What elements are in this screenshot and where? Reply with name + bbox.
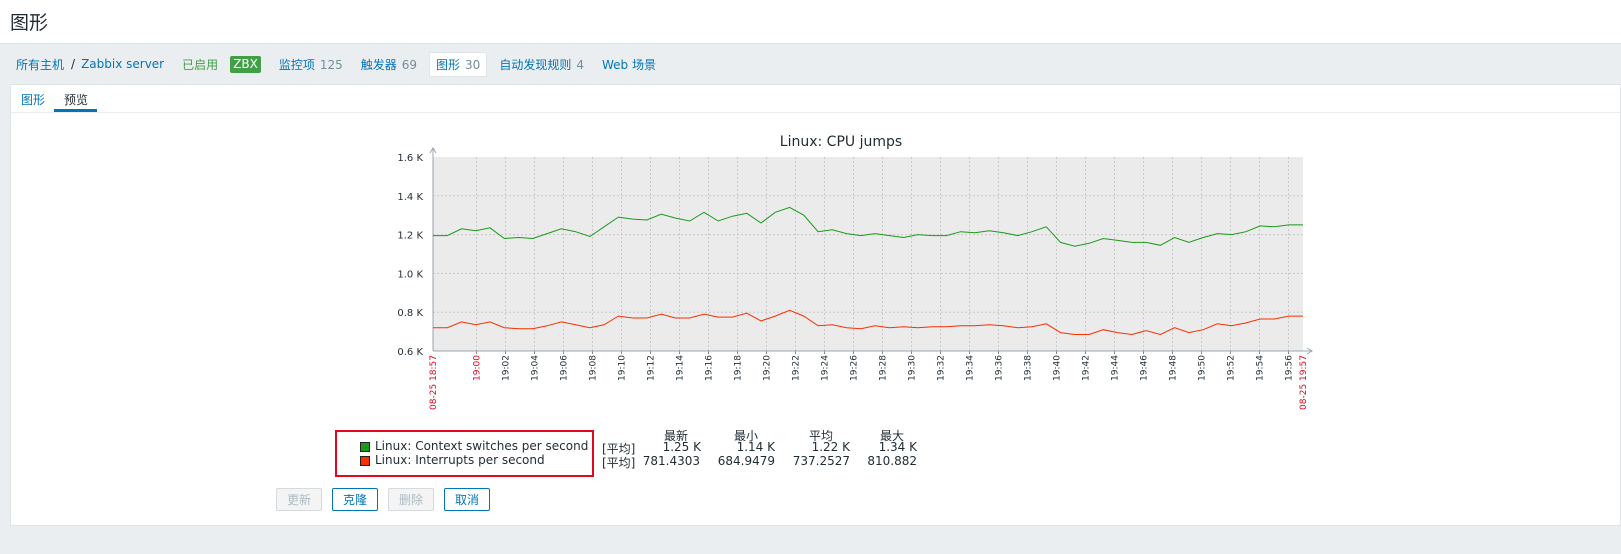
x-tick-label: 19:22 xyxy=(792,355,802,381)
legend-label-interrupts: Linux: Interrupts per second xyxy=(375,453,545,467)
nav-triggers-count: 69 xyxy=(401,57,418,72)
update-button[interactable]: 更新 xyxy=(276,488,322,511)
host-navigation: 所有主机 / Zabbix server 已启用 ZBX 监控项 125 触发器 6… xyxy=(10,51,656,77)
x-tick-label: 19:12 xyxy=(647,355,657,381)
nav-discovery-count: 4 xyxy=(576,57,584,72)
x-end-label: 08-25 19:57 xyxy=(1299,355,1309,410)
stat-min-interrupts: 684.9479 xyxy=(717,454,775,468)
breadcrumb-host[interactable]: Zabbix server xyxy=(81,57,164,71)
y-tick-label: 1.4 K xyxy=(397,192,423,203)
x-start-label: 08-25 18:57 xyxy=(429,355,439,410)
x-tick-label: 19:28 xyxy=(879,355,889,381)
clone-button[interactable]: 克隆 xyxy=(332,488,378,511)
delete-button[interactable]: 删除 xyxy=(388,488,434,511)
nav-items-label: 监控项 xyxy=(278,57,315,72)
stat-avg-context: 1.22 K xyxy=(811,440,850,454)
x-tick-label: 19:46 xyxy=(1140,355,1150,381)
nav-triggers-link[interactable]: 触发器 69 xyxy=(361,56,417,73)
x-tick-label: 19:48 xyxy=(1169,355,1179,381)
x-tick-label: 19:18 xyxy=(734,355,744,381)
x-tick-label: 19:40 xyxy=(1053,355,1063,381)
legend-swatch-context-switches xyxy=(360,442,370,452)
nav-graphs-label: 图形 xyxy=(436,57,461,72)
y-tick-label: 0.6 K xyxy=(397,347,423,358)
x-tick-label: 19:50 xyxy=(1198,355,1208,381)
x-tick-label: 19:30 xyxy=(908,355,918,381)
stat-last-context: 1.25 K xyxy=(662,440,701,454)
y-tick-label: 1.0 K xyxy=(397,269,423,280)
breadcrumb-all-hosts[interactable]: 所有主机 xyxy=(16,56,64,73)
legend-swatch-interrupts xyxy=(360,456,370,466)
x-tick-label: 19:38 xyxy=(1024,355,1034,381)
zbx-availability-badge: ZBX xyxy=(230,55,261,73)
stat-avg-interrupts: 737.2527 xyxy=(792,454,850,468)
x-tick-label: 19:02 xyxy=(502,355,512,381)
y-tick-label: 1.2 K xyxy=(397,231,423,242)
nav-items-link[interactable]: 监控项 125 xyxy=(279,56,343,73)
x-tick-label: 19:04 xyxy=(531,355,541,381)
x-tick-label: 19:36 xyxy=(995,355,1005,381)
x-tick-label: 19:16 xyxy=(705,355,715,381)
nav-items-count: 125 xyxy=(319,57,343,72)
y-tick-label: 1.6 K xyxy=(397,153,423,164)
nav-triggers-label: 触发器 xyxy=(360,57,397,72)
nav-web-label: Web 场景 xyxy=(601,57,656,72)
nav-graphs-link[interactable]: 图形 30 xyxy=(429,51,488,77)
x-tick-label: 19:10 xyxy=(618,355,628,381)
x-tick-label: 19:26 xyxy=(850,355,860,381)
graph-panel: 图形 预览 Linux: CPU jumps 1.6 K 1.4 K 1.2 K 1.… xyxy=(10,84,1621,526)
x-tick-label: 19:20 xyxy=(763,355,773,381)
x-tick-label: 19:34 xyxy=(966,355,976,381)
x-tick-label: 19:14 xyxy=(676,355,686,381)
x-tick-label: 19:06 xyxy=(560,355,570,381)
stat-max-context: 1.34 K xyxy=(878,440,917,454)
host-status-enabled[interactable]: 已启用 xyxy=(182,56,218,73)
x-tick-label: 19:52 xyxy=(1227,355,1237,381)
nav-graphs-count: 30 xyxy=(465,57,481,72)
nav-discovery-link[interactable]: 自动发现规则 4 xyxy=(499,56,584,73)
page-title: 图形 xyxy=(10,12,49,34)
stat-last-interrupts: 781.4303 xyxy=(642,454,700,468)
stat-min-context: 1.14 K xyxy=(736,440,775,454)
x-tick-label: 19:54 xyxy=(1256,355,1266,381)
x-tick-label: 19:42 xyxy=(1082,355,1092,381)
nav-discovery-label: 自动发现规则 xyxy=(499,57,572,72)
x-tick-label: 19:08 xyxy=(589,355,599,381)
stat-max-interrupts: 810.882 xyxy=(867,454,917,468)
x-tick-label: 19:24 xyxy=(821,355,831,381)
legend-label-context-switches: Linux: Context switches per second xyxy=(375,439,589,453)
breadcrumb-separator: / xyxy=(71,57,76,71)
chart-title: Linux: CPU jumps xyxy=(780,134,902,150)
page-header: 图形 xyxy=(0,0,1621,44)
y-tick-label: 0.8 K xyxy=(397,308,423,319)
x-tick-label: 19:00 xyxy=(473,355,483,381)
cancel-button[interactable]: 取消 xyxy=(444,488,490,511)
x-tick-label: 19:32 xyxy=(937,355,947,381)
x-tick-label: 19:44 xyxy=(1111,355,1121,381)
nav-web-link[interactable]: Web 场景 xyxy=(602,56,656,73)
x-tick-label: 19:56 xyxy=(1285,355,1295,381)
